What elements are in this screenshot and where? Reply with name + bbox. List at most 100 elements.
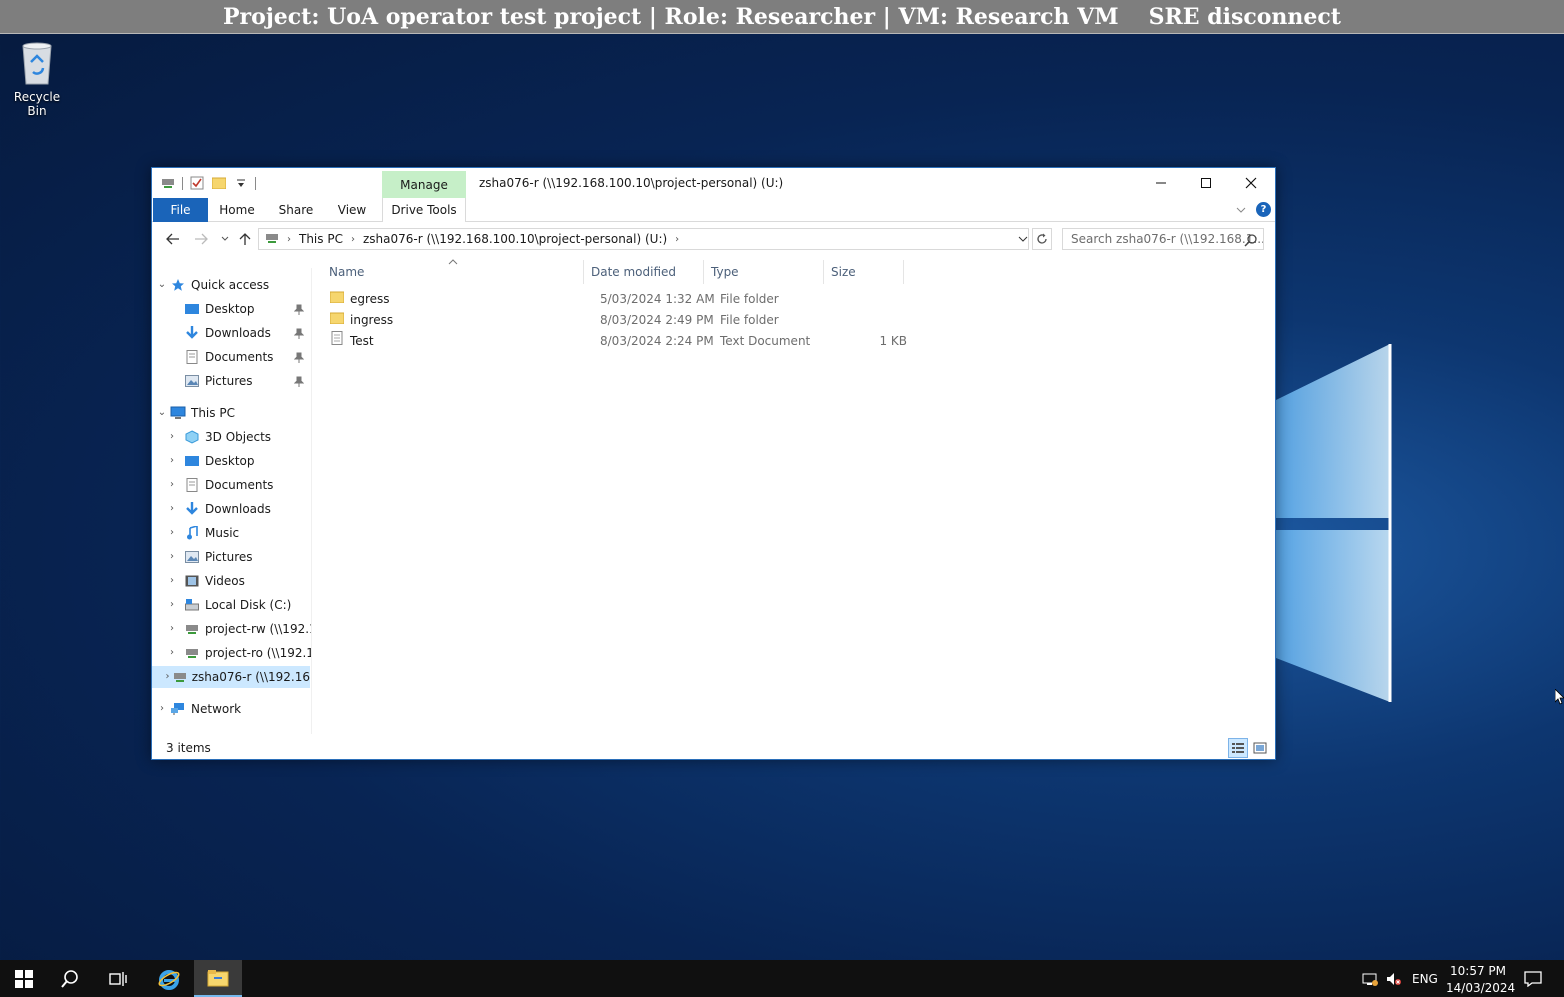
details-view-button[interactable] xyxy=(1228,738,1248,758)
tab-file[interactable]: File xyxy=(153,198,208,222)
collapse-icon[interactable]: ⌄ xyxy=(154,402,170,424)
large-icons-view-button[interactable] xyxy=(1250,738,1270,758)
language-indicator[interactable]: ENG xyxy=(1412,960,1438,997)
videos-icon xyxy=(184,573,200,589)
nav-this-pc[interactable]: ⌄ This PC xyxy=(154,402,235,424)
task-view-button[interactable] xyxy=(94,960,142,997)
sre-disconnect-button[interactable]: SRE disconnect xyxy=(1149,4,1341,30)
file-name: egress xyxy=(350,292,390,306)
file-row-egress[interactable]: egress 5/03/2024 1:32 AM File folder xyxy=(329,289,910,310)
nav-downloads[interactable]: › Downloads xyxy=(164,498,271,520)
close-button[interactable] xyxy=(1228,168,1273,198)
expand-icon[interactable]: › xyxy=(164,450,180,472)
nav-network[interactable]: › Network xyxy=(154,698,241,720)
nav-desktop[interactable]: › Desktop xyxy=(164,450,255,472)
address-dropdown-icon[interactable] xyxy=(1018,232,1028,246)
nav-zsha076-r[interactable]: › zsha076-r (\\192.16 xyxy=(152,666,310,688)
maximize-button[interactable] xyxy=(1183,168,1228,198)
collapse-icon[interactable]: ⌄ xyxy=(154,274,170,296)
expand-icon[interactable]: › xyxy=(164,546,180,568)
manage-tab[interactable]: Manage xyxy=(382,171,466,198)
nav-project-rw[interactable]: › project-rw (\\192.16 xyxy=(164,618,311,640)
file-date: 5/03/2024 1:32 AM xyxy=(600,292,715,306)
download-arrow-icon xyxy=(184,325,200,341)
nav-local-disk[interactable]: › Local Disk (C:) xyxy=(164,594,291,616)
help-icon[interactable]: ? xyxy=(1256,202,1271,217)
volume-muted-icon[interactable] xyxy=(1386,960,1402,997)
pin-icon xyxy=(294,304,304,315)
expand-icon[interactable]: › xyxy=(164,666,171,688)
tab-view[interactable]: View xyxy=(332,198,372,222)
file-row-test[interactable]: Test 8/03/2024 2:24 PM Text Document 1 K… xyxy=(330,331,910,352)
file-name: ingress xyxy=(350,313,394,327)
file-explorer-taskbar-button[interactable] xyxy=(194,960,242,997)
column-name[interactable]: Name xyxy=(322,260,584,284)
address-bar[interactable]: › This PC › zsha076-r (\\192.168.100.10\… xyxy=(258,228,1029,250)
network-drive-icon xyxy=(265,232,279,247)
expand-icon[interactable]: › xyxy=(164,618,180,640)
recent-locations-icon[interactable] xyxy=(216,230,234,248)
expand-icon[interactable]: › xyxy=(164,642,180,664)
file-row-ingress[interactable]: ingress 8/03/2024 2:49 PM File folder xyxy=(329,310,910,331)
file-date: 8/03/2024 2:49 PM xyxy=(600,313,714,327)
nav-music[interactable]: › Music xyxy=(164,522,239,544)
expand-icon[interactable]: › xyxy=(164,522,180,544)
action-center-icon[interactable] xyxy=(1524,960,1542,997)
pictures-icon xyxy=(184,549,200,565)
nav-project-ro[interactable]: › project-ro (\\192.16 xyxy=(164,642,311,664)
expand-icon[interactable]: › xyxy=(164,474,180,496)
nav-qa-pictures[interactable]: Pictures xyxy=(184,370,253,392)
download-arrow-icon xyxy=(184,501,200,517)
mouse-cursor-icon xyxy=(1554,688,1564,708)
properties-icon[interactable] xyxy=(189,175,205,191)
expand-icon[interactable]: › xyxy=(164,426,180,448)
network-tray-icon[interactable] xyxy=(1362,960,1378,997)
search-input[interactable]: Search zsha076-r (\\192.168.1... xyxy=(1062,228,1264,250)
windows-start-icon xyxy=(15,969,33,988)
nav-pictures[interactable]: › Pictures xyxy=(164,546,253,568)
nav-documents[interactable]: › Documents xyxy=(164,474,273,496)
tab-drive-tools[interactable]: Drive Tools xyxy=(382,198,466,222)
documents-icon xyxy=(184,477,200,493)
minimize-button[interactable] xyxy=(1138,168,1183,198)
sre-banner: Project: UoA operator test project | Rol… xyxy=(0,0,1564,34)
search-button[interactable] xyxy=(46,960,94,997)
expand-icon[interactable]: › xyxy=(154,698,170,720)
nav-3d-objects[interactable]: › 3D Objects xyxy=(164,426,271,448)
breadcrumb-chevron-icon[interactable]: › xyxy=(287,234,291,245)
pin-icon xyxy=(294,376,304,387)
forward-button[interactable] xyxy=(192,230,210,248)
expand-icon[interactable]: › xyxy=(164,498,180,520)
nav-qa-documents[interactable]: Documents xyxy=(184,346,273,368)
up-button[interactable] xyxy=(236,230,254,248)
nav-quick-access[interactable]: ⌄ Quick access xyxy=(154,274,269,296)
tab-home[interactable]: Home xyxy=(217,198,257,222)
tab-share[interactable]: Share xyxy=(276,198,316,222)
back-button[interactable] xyxy=(164,230,182,248)
column-date-modified[interactable]: Date modified xyxy=(584,260,704,284)
navigation-bar: › This PC › zsha076-r (\\192.168.100.10\… xyxy=(152,226,1275,252)
taskbar-clock[interactable]: 10:57 PM 14/03/2024 xyxy=(1446,963,1515,997)
refresh-button[interactable] xyxy=(1032,228,1052,250)
column-type[interactable]: Type xyxy=(704,260,824,284)
recycle-bin-shortcut[interactable]: Recycle Bin xyxy=(4,40,70,118)
music-note-icon xyxy=(184,525,200,541)
network-drive-icon xyxy=(173,669,187,685)
breadcrumb-this-pc[interactable]: This PC xyxy=(299,232,343,246)
breadcrumb-current[interactable]: zsha076-r (\\192.168.100.10\project-pers… xyxy=(363,232,667,246)
start-button[interactable] xyxy=(0,960,48,997)
new-folder-icon[interactable] xyxy=(211,175,227,191)
expand-icon[interactable]: › xyxy=(164,570,180,592)
nav-qa-downloads[interactable]: Downloads xyxy=(184,322,271,344)
search-icon[interactable] xyxy=(1244,233,1257,249)
nav-videos[interactable]: › Videos xyxy=(164,570,245,592)
expand-icon[interactable]: › xyxy=(164,594,180,616)
breadcrumb-chevron-icon[interactable]: › xyxy=(675,234,679,245)
pictures-icon xyxy=(184,373,200,389)
breadcrumb-chevron-icon[interactable]: › xyxy=(351,234,355,245)
column-size[interactable]: Size xyxy=(824,260,904,284)
expand-ribbon-icon[interactable] xyxy=(1236,203,1246,217)
customize-qat-icon[interactable] xyxy=(233,175,249,191)
internet-explorer-button[interactable] xyxy=(145,960,193,997)
nav-qa-desktop[interactable]: Desktop xyxy=(184,298,255,320)
